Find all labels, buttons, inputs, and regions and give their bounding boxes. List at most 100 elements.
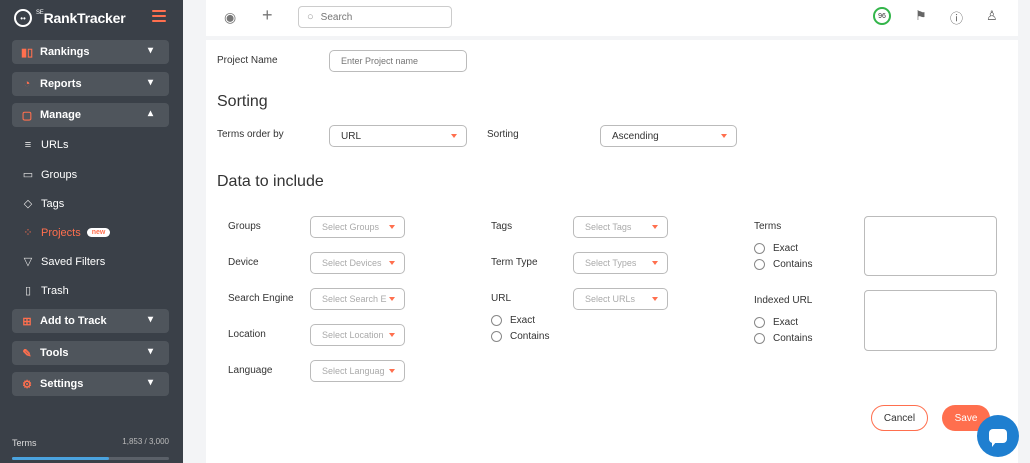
sidebar-item-label: Trash [41,284,69,297]
indexed-contains-radio[interactable]: Contains [754,333,812,344]
language-select[interactable]: Select Languag [310,360,405,382]
chat-icon [989,429,1007,447]
device-placeholder: Select Devices [322,258,382,268]
radio-label: Contains [773,333,813,344]
terms-usage-label: Terms [12,438,37,448]
caret-down-icon [652,225,658,229]
chat-button[interactable] [977,415,1019,457]
brand-name: RankTracker [43,10,126,26]
device-select[interactable]: Select Devices [310,252,405,274]
caret-down-icon [652,297,658,301]
filter-icon: ▽ [23,256,33,268]
wand-icon: ✎ [22,347,32,360]
indexed-url-textarea[interactable] [864,290,997,351]
menu-manage[interactable]: ▢ Manage ▴ [12,103,169,127]
menu-settings[interactable]: ⚙ Settings ▾ [12,372,169,396]
tag-icon: ◇ [23,198,33,210]
location-placeholder: Select Location [322,330,384,340]
language-label: Language [228,365,273,376]
search-engine-label: Search Engine [228,293,294,304]
menu-label: Tools [40,347,69,359]
indexed-exact-radio[interactable]: Exact [754,317,798,328]
menu-label: Rankings [40,46,90,58]
terms-exact-radio[interactable]: Exact [754,243,798,254]
menu-reports[interactable]: ◔ Reports ▾ [12,72,169,96]
radio-circle [754,259,765,270]
help-icon[interactable]: ⓘ [950,8,963,27]
sidebar-item-groups[interactable]: ▭ Groups [22,168,77,182]
location-select[interactable]: Select Location [310,324,405,346]
search-input[interactable] [320,11,431,23]
chevron-up-icon: ▴ [147,108,153,119]
indexed-url-label: Indexed URL [754,295,813,306]
terms-usage-bar [12,457,169,460]
caret-down-icon [389,297,395,301]
project-name-field[interactable] [329,50,467,72]
chevron-down-icon: ▾ [147,346,153,357]
url-select[interactable]: Select URLs [573,288,668,310]
groups-placeholder: Select Groups [322,222,380,232]
language-placeholder: Select Languag [322,366,385,376]
url-exact-radio[interactable]: Exact [491,315,535,326]
sorting-select[interactable]: Ascending [600,125,737,147]
terms-textarea[interactable] [864,216,997,276]
terms-contains-radio[interactable]: Contains [754,259,812,270]
device-label: Device [228,257,259,268]
sorting-heading: Sorting [217,93,268,110]
search-box[interactable]: ○ [298,6,452,28]
project-name-input[interactable] [341,56,466,66]
sidebar-item-urls[interactable]: ≡ URLs [22,139,69,151]
caret-down-icon [389,261,395,265]
terms-usage-count: 1,853 / 3,000 [122,437,169,446]
groups-select[interactable]: Select Groups [310,216,405,238]
trash-icon: ▯ [24,285,32,297]
sidebar-item-projects[interactable]: ⁘ Projects new [22,226,111,239]
sidebar-item-label: URLs [41,139,69,151]
caret-down-icon [652,261,658,265]
menu-add-to-track[interactable]: ⊞ Add to Track ▾ [12,309,169,333]
user-icon[interactable]: ♙ [986,8,998,24]
search-engine-placeholder: Select Search E [322,294,387,304]
terms-usage-fill [12,457,109,460]
sidebar-item-label: Projects [41,226,81,239]
score-badge[interactable]: 96 [873,7,891,25]
pie-chart-icon: ◔ [23,78,31,90]
term-type-select[interactable]: Select Types [573,252,668,274]
search-engine-select[interactable]: Select Search E [310,288,405,310]
sidebar-item-label: Tags [41,197,65,210]
chevron-down-icon: ▾ [147,377,153,388]
menu-rankings[interactable]: ▮▯ Rankings ▾ [12,40,169,64]
eye-icon[interactable]: ◉ [224,9,236,26]
menu-label: Settings [40,378,84,390]
menu-label: Reports [40,78,82,90]
terms-label: Terms [754,221,782,232]
url-contains-radio[interactable]: Contains [491,331,549,342]
plus-icon[interactable]: + [262,5,273,26]
radio-label: Contains [510,331,550,342]
data-include-heading: Data to include [217,173,324,190]
logo-icon: •• [14,9,32,27]
sidebar-item-trash[interactable]: ▯ Trash [22,284,69,298]
tags-label: Tags [491,221,513,232]
cancel-button[interactable]: Cancel [871,405,928,431]
menu-tools[interactable]: ✎ Tools ▾ [12,341,169,365]
chevron-down-icon: ▾ [147,77,153,88]
flag-icon[interactable]: ⚑ [915,8,927,24]
plus-square-icon: ⊞ [22,315,32,328]
sidebar-item-saved-filters[interactable]: ▽ Saved Filters [22,255,106,269]
sidebar-item-label: Saved Filters [41,255,106,268]
new-badge: new [86,228,111,237]
hamburger-menu-icon[interactable] [152,10,166,25]
location-label: Location [228,329,266,340]
document-icon: ▢ [21,109,33,122]
tags-select[interactable]: Select Tags [573,216,668,238]
brand-logo[interactable]: •• SERankTracker [14,8,126,28]
groups-label: Groups [228,221,261,232]
bar-chart-icon: ▮▯ [20,46,34,59]
term-type-placeholder: Select Types [585,258,637,268]
sidebar-item-tags[interactable]: ◇ Tags [22,197,65,211]
terms-order-select[interactable]: URL [329,125,467,147]
radio-circle [754,243,765,254]
tags-placeholder: Select Tags [585,222,632,232]
url-placeholder: Select URLs [585,294,636,304]
